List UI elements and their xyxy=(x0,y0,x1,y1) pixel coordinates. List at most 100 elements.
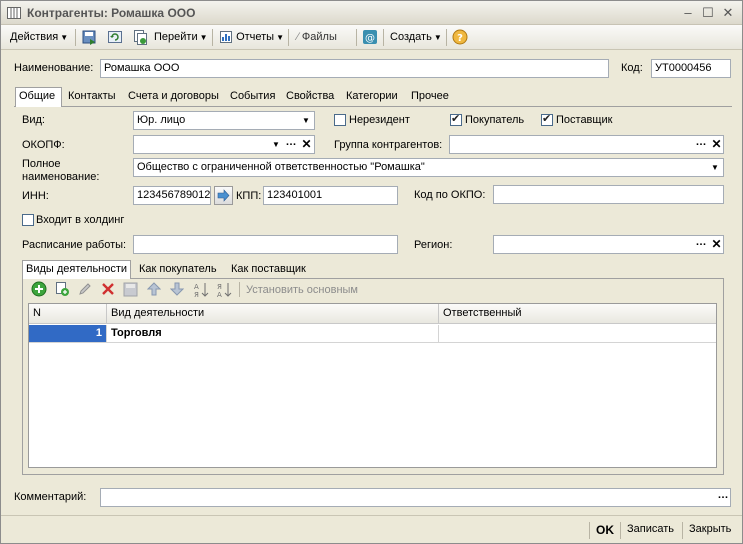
reports-label: Отчеты xyxy=(236,31,275,43)
move-up-button[interactable] xyxy=(146,282,162,299)
move-down-button[interactable] xyxy=(169,282,185,299)
tab-categories[interactable]: Категории xyxy=(343,88,401,106)
select-ellipsis-icon[interactable]: … xyxy=(694,136,708,153)
cell-activity[interactable]: Торговля xyxy=(107,325,439,343)
clear-icon[interactable]: ✕ xyxy=(710,236,723,253)
subtab-as-supplier[interactable]: Как поставщик xyxy=(228,261,309,279)
reports-menu[interactable]: Отчеты ▼ xyxy=(219,28,284,47)
footer-separator xyxy=(620,522,621,539)
chevron-down-icon[interactable]: ▼ xyxy=(708,159,722,176)
inn-field[interactable]: 123456789012 xyxy=(133,186,211,205)
delete-row-button[interactable] xyxy=(101,282,115,299)
tab-accounts-contracts[interactable]: Счета и договоры xyxy=(125,88,222,106)
copy-row-icon xyxy=(56,282,69,296)
footer-bar: OK Записать Закрыть xyxy=(1,515,742,543)
add-row-button[interactable] xyxy=(31,281,47,300)
actions-menu[interactable]: Действия ▼ xyxy=(10,28,68,47)
delete-icon xyxy=(102,283,114,295)
subtab-as-buyer[interactable]: Как покупатель xyxy=(136,261,220,279)
toolbar-separator xyxy=(75,29,76,46)
code-field[interactable]: УТ0000456 xyxy=(651,59,731,78)
holding-checkbox[interactable] xyxy=(22,214,34,226)
buyer-checkbox[interactable] xyxy=(450,112,462,126)
close-button[interactable]: Закрыть xyxy=(689,523,731,535)
tab-contacts[interactable]: Контакты xyxy=(65,88,119,106)
set-main-button[interactable]: Установить основным xyxy=(246,284,358,296)
column-header-activity[interactable]: Вид деятельности xyxy=(107,304,439,324)
refresh-button[interactable] xyxy=(107,28,123,47)
help-icon: ? xyxy=(452,29,468,45)
group-field[interactable] xyxy=(449,135,724,154)
tab-general[interactable]: Общие xyxy=(15,87,62,107)
column-header-responsible[interactable]: Ответственный xyxy=(439,304,716,324)
select-ellipsis-icon[interactable]: … xyxy=(694,236,708,253)
comment-field[interactable] xyxy=(100,488,731,507)
tab-events[interactable]: События xyxy=(227,88,278,106)
create-label: Создать xyxy=(390,31,432,43)
column-header-n[interactable]: N xyxy=(29,304,107,324)
name-label: Наименование: xyxy=(14,62,94,74)
schedule-field[interactable] xyxy=(133,235,398,254)
subtab-activity-types[interactable]: Виды деятельности xyxy=(22,260,132,279)
ok-button[interactable]: OK xyxy=(596,523,614,537)
goto-menu[interactable]: Перейти ▼ xyxy=(154,28,208,47)
nonresident-checkbox[interactable] xyxy=(334,114,346,126)
svg-text:Я: Я xyxy=(194,291,199,298)
cell-n[interactable]: 1 xyxy=(29,325,107,343)
chevron-down-icon[interactable]: ▼ xyxy=(299,112,313,129)
write-close-button[interactable] xyxy=(81,28,97,47)
svg-text:А: А xyxy=(194,283,199,291)
fullname-label-line1: Полное xyxy=(22,158,61,170)
copy-row-button[interactable] xyxy=(54,281,70,300)
files-button[interactable]: ∕ Файлы xyxy=(297,28,337,47)
chevron-down-icon: ▼ xyxy=(199,33,208,42)
minimize-icon[interactable]: – xyxy=(680,5,696,21)
supplier-checkbox[interactable] xyxy=(541,112,553,126)
sort-asc-button[interactable]: А Я xyxy=(193,281,209,301)
svg-text:Я: Я xyxy=(217,283,222,291)
vid-value: Юр. лицо xyxy=(137,114,186,126)
select-ellipsis-icon[interactable]: … xyxy=(716,489,730,506)
okpo-field[interactable] xyxy=(493,185,724,204)
cell-responsible[interactable] xyxy=(439,325,716,343)
chevron-down-icon[interactable]: ▼ xyxy=(269,136,283,153)
kpp-field[interactable]: 123401001 xyxy=(263,186,398,205)
tab-other[interactable]: Прочее xyxy=(408,88,452,106)
report-icon xyxy=(220,31,232,44)
close-icon[interactable]: ✕ xyxy=(720,5,736,21)
catalog-icon xyxy=(7,7,21,19)
vid-select[interactable]: Юр. лицо xyxy=(133,111,315,130)
select-ellipsis-icon[interactable]: … xyxy=(284,136,298,153)
actions-label: Действия xyxy=(10,31,59,43)
save-row-button[interactable] xyxy=(123,282,138,300)
copy-button[interactable] xyxy=(132,28,148,47)
sort-desc-button[interactable]: Я А xyxy=(216,281,232,301)
region-label: Регион: xyxy=(414,239,453,251)
clear-icon[interactable]: ✕ xyxy=(300,136,313,153)
name-field[interactable]: Ромашка ООО xyxy=(100,59,609,78)
toolbar-separator xyxy=(383,29,384,46)
chevron-down-icon: ▼ xyxy=(60,33,69,42)
region-field[interactable] xyxy=(493,235,724,254)
vid-label: Вид: xyxy=(22,114,45,126)
toolbar-separator xyxy=(356,29,357,46)
tab-properties[interactable]: Свойства xyxy=(283,88,337,106)
kpp-label: КПП: xyxy=(236,190,262,202)
clear-icon[interactable]: ✕ xyxy=(710,136,723,153)
chevron-down-icon: ▼ xyxy=(276,33,285,42)
sort-ascending-icon: А Я xyxy=(194,283,209,299)
inn-check-button[interactable] xyxy=(214,186,233,205)
save-button[interactable]: Записать xyxy=(627,523,674,535)
svg-text:@: @ xyxy=(365,33,375,44)
refresh-icon xyxy=(108,31,122,44)
edit-row-button[interactable] xyxy=(78,282,92,299)
email-icon: @ xyxy=(363,30,377,45)
save-and-close-icon xyxy=(82,30,96,46)
copy-icon xyxy=(134,30,147,46)
paperclip-icon: ∕ xyxy=(297,31,299,43)
help-button[interactable]: ? xyxy=(452,28,468,47)
fullname-field[interactable]: Общество с ограниченной ответственностью… xyxy=(133,158,724,177)
create-menu[interactable]: Создать ▼ xyxy=(390,28,442,47)
maximize-icon[interactable]: ☐ xyxy=(700,5,716,21)
email-button[interactable]: @ xyxy=(362,28,378,47)
